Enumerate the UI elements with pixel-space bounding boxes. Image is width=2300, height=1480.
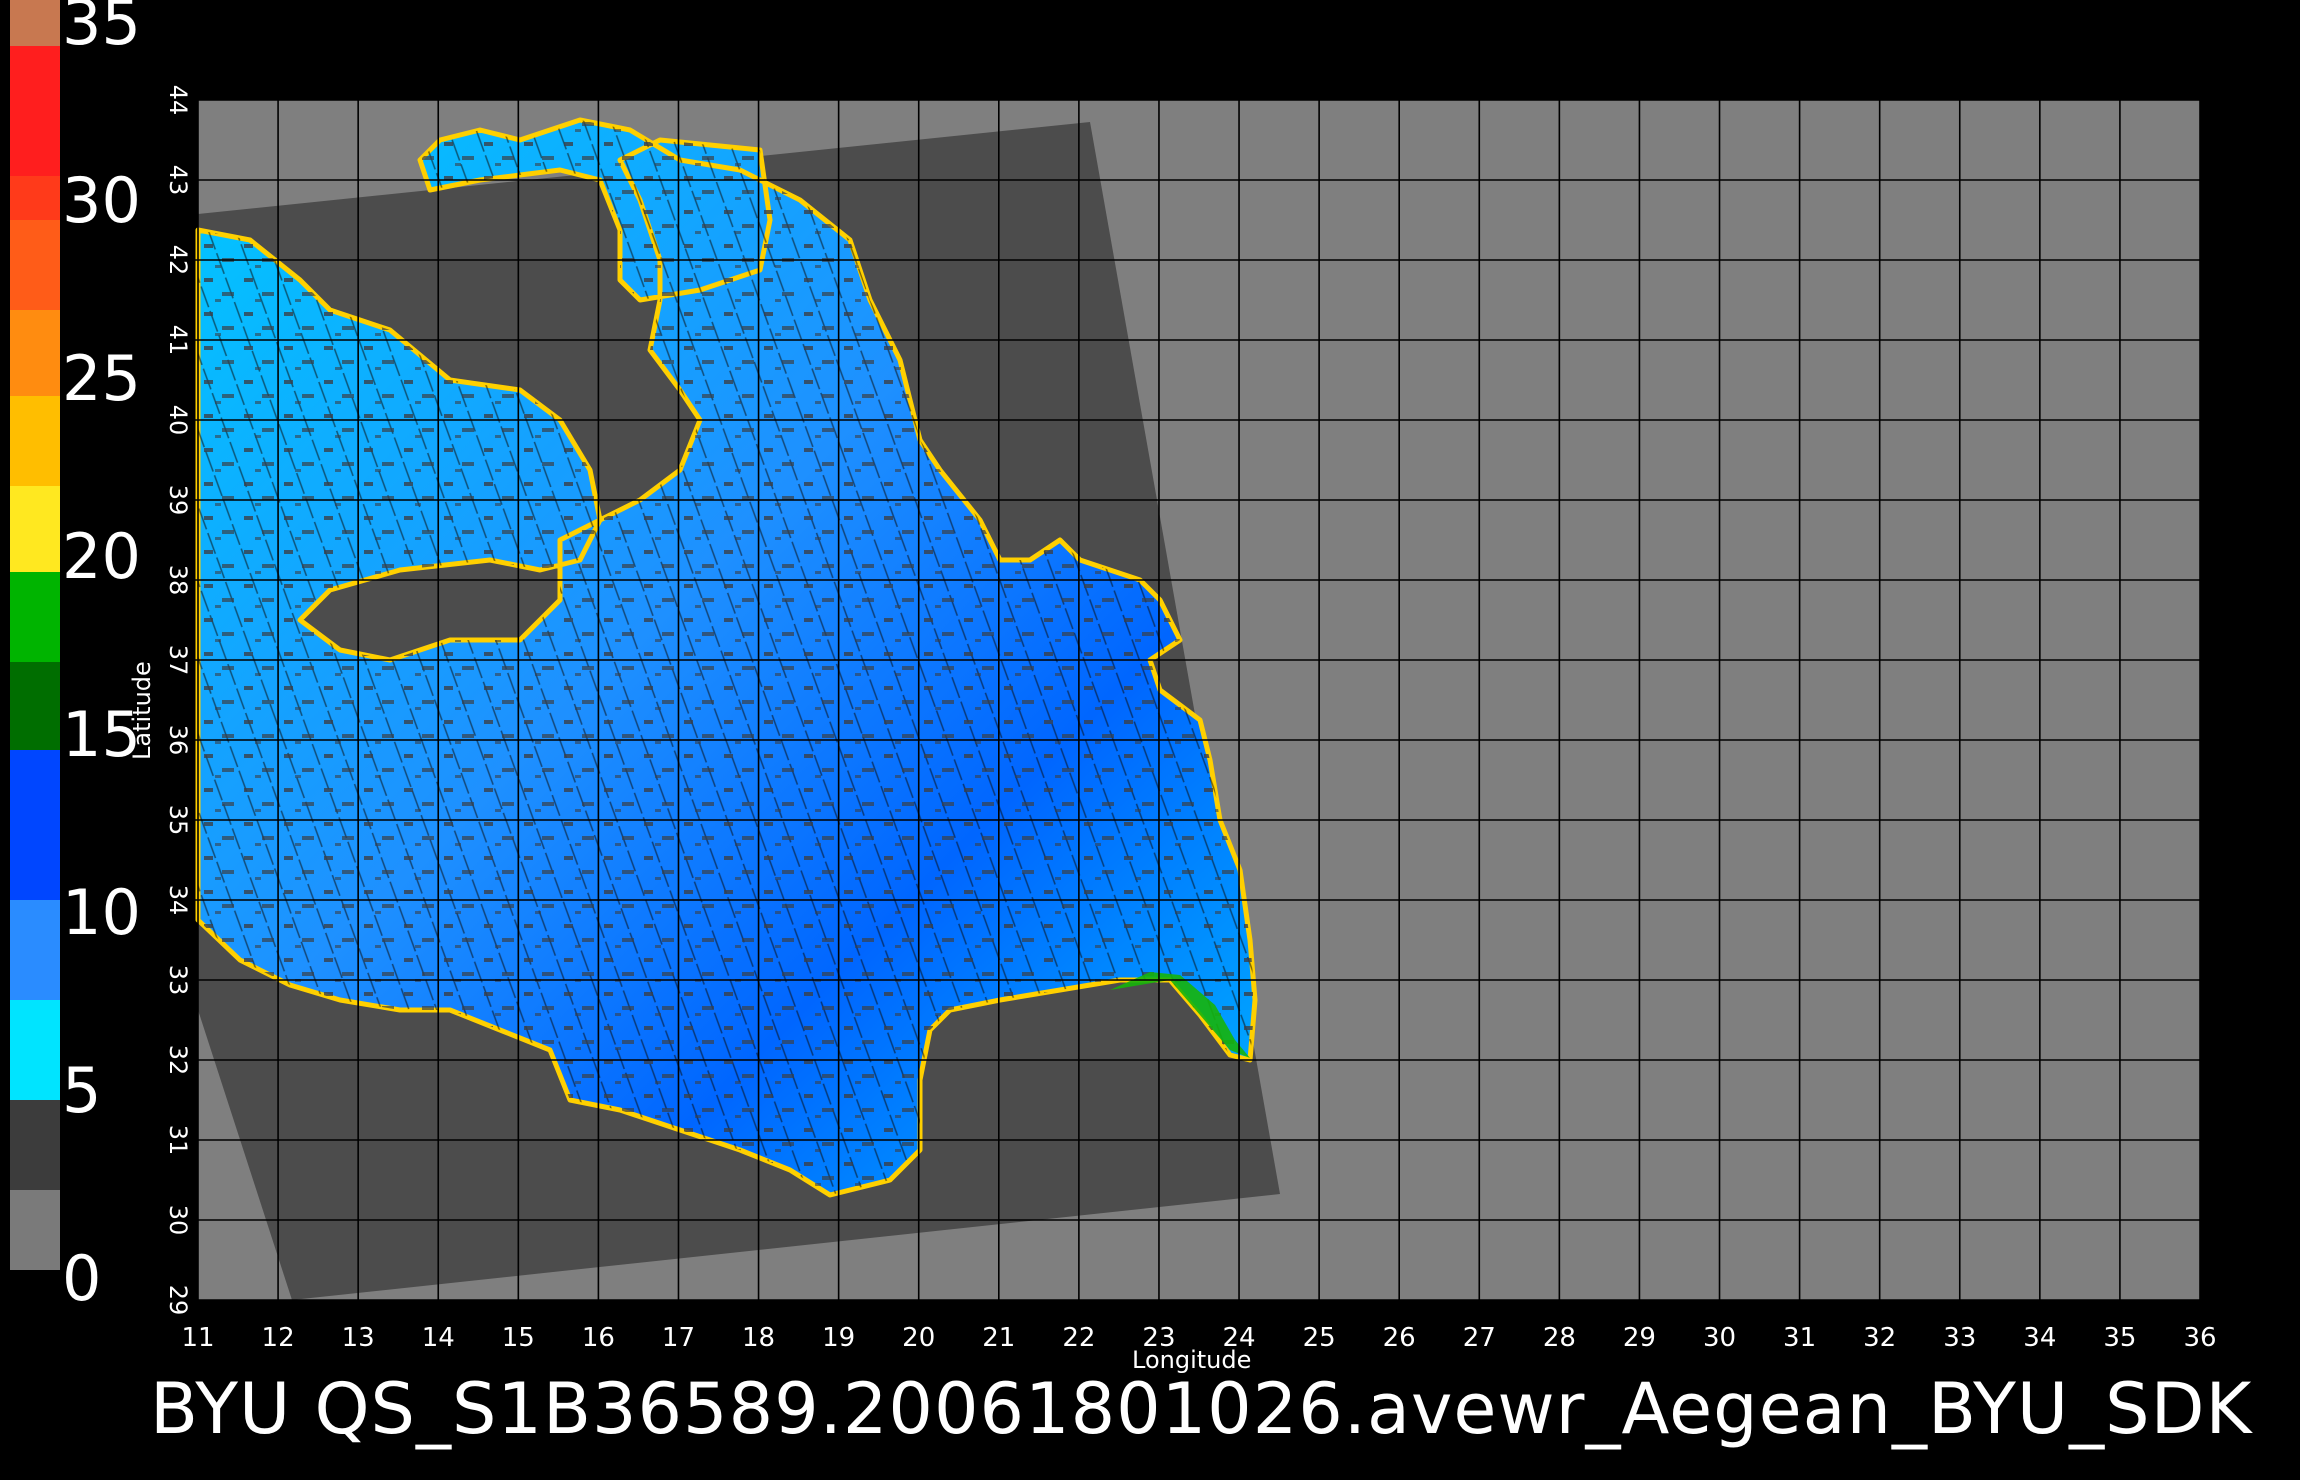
longitude-tick-label: 29 bbox=[1623, 1323, 1656, 1353]
longitude-tick-label: 35 bbox=[2103, 1323, 2136, 1353]
latitude-tick-label: 35 bbox=[164, 805, 192, 836]
latitude-tick-label: 32 bbox=[164, 1045, 192, 1076]
colorbar-swatch bbox=[10, 396, 60, 486]
colorbar-label: 10 bbox=[62, 876, 141, 949]
colorbar-label: 20 bbox=[62, 520, 141, 593]
footer-title: BYU QS_S1B36589.20061801026.avewr_Aegean… bbox=[150, 1368, 2253, 1450]
colorbar-swatch bbox=[10, 662, 60, 750]
longitude-tick-label: 19 bbox=[822, 1323, 855, 1353]
colorbar-swatch bbox=[10, 750, 60, 900]
latitude-tick-label: 34 bbox=[164, 885, 192, 916]
latitude-tick-label: 39 bbox=[164, 485, 192, 516]
latitude-tick-label: 42 bbox=[164, 245, 192, 276]
longitude-tick-label: 36 bbox=[2183, 1323, 2216, 1353]
longitude-tick-label: 21 bbox=[982, 1323, 1015, 1353]
longitude-tick-label: 33 bbox=[1943, 1323, 1976, 1353]
latitude-tick-label: 30 bbox=[164, 1205, 192, 1236]
longitude-tick-label: 15 bbox=[502, 1323, 535, 1353]
longitude-tick-label: 17 bbox=[662, 1323, 695, 1353]
colorbar-swatch bbox=[10, 46, 60, 176]
colorbar-label: 5 bbox=[62, 1054, 101, 1127]
latitude-axis: 29 30 31 32 33 34 35 36 37 38 39 40 41 42 43 44 bbox=[164, 85, 192, 1316]
longitude-tick-label: 12 bbox=[262, 1323, 295, 1353]
longitude-tick-label: 32 bbox=[1863, 1323, 1896, 1353]
longitude-tick-label: 14 bbox=[422, 1323, 455, 1353]
longitude-tick-label: 18 bbox=[742, 1323, 775, 1353]
latitude-tick-label: 44 bbox=[164, 85, 192, 116]
colorbar-swatch bbox=[10, 1190, 60, 1270]
longitude-tick-label: 26 bbox=[1383, 1323, 1416, 1353]
color-bar bbox=[10, 0, 60, 1270]
longitude-tick-label: 31 bbox=[1783, 1323, 1816, 1353]
colorbar-label: 35 bbox=[62, 0, 141, 59]
longitude-tick-label: 22 bbox=[1062, 1323, 1095, 1353]
longitude-tick-label: 30 bbox=[1703, 1323, 1736, 1353]
longitude-tick-label: 11 bbox=[181, 1323, 214, 1353]
colorbar-swatch bbox=[10, 176, 60, 220]
longitude-tick-label: 13 bbox=[342, 1323, 375, 1353]
latitude-tick-label: 33 bbox=[164, 965, 192, 996]
longitude-tick-label: 34 bbox=[2023, 1323, 2056, 1353]
colorbar-swatch bbox=[10, 220, 60, 310]
colorbar-swatch bbox=[10, 0, 60, 46]
latitude-tick-label: 37 bbox=[164, 645, 192, 676]
colorbar-swatch bbox=[10, 486, 60, 572]
longitude-tick-label: 28 bbox=[1543, 1323, 1576, 1353]
longitude-tick-label: 27 bbox=[1463, 1323, 1496, 1353]
colorbar-swatch bbox=[10, 310, 60, 396]
latitude-tick-label: 40 bbox=[164, 405, 192, 436]
colorbar-label: 25 bbox=[62, 342, 141, 415]
colorbar-labels: 35 30 25 20 15 10 5 0 bbox=[62, 0, 141, 1315]
latitude-tick-label: 43 bbox=[164, 165, 192, 196]
colorbar-swatch bbox=[10, 572, 60, 662]
longitude-tick-label: 25 bbox=[1303, 1323, 1336, 1353]
map-plot: 11 12 13 14 15 16 17 18 19 20 21 22 23 24 25 26 27 28 29 30… bbox=[128, 70, 2230, 1374]
colorbar-swatch bbox=[10, 1100, 60, 1190]
latitude-tick-label: 29 bbox=[164, 1285, 192, 1316]
latitude-tick-label: 41 bbox=[164, 325, 192, 356]
latitude-tick-label: 36 bbox=[164, 725, 192, 756]
latitude-tick-label: 31 bbox=[164, 1125, 192, 1156]
colorbar-label: 30 bbox=[62, 164, 141, 237]
colorbar-swatch bbox=[10, 900, 60, 1000]
y-axis-label: Latitude bbox=[128, 661, 156, 760]
longitude-tick-label: 16 bbox=[582, 1323, 615, 1353]
longitude-tick-label: 20 bbox=[902, 1323, 935, 1353]
colorbar-swatch bbox=[10, 1000, 60, 1100]
colorbar-label: 0 bbox=[62, 1242, 101, 1315]
latitude-tick-label: 38 bbox=[164, 565, 192, 596]
map-viewer: 35 30 25 20 15 10 5 0 11 12 13 14 15 16 17 18 19… bbox=[10, 0, 2230, 1374]
